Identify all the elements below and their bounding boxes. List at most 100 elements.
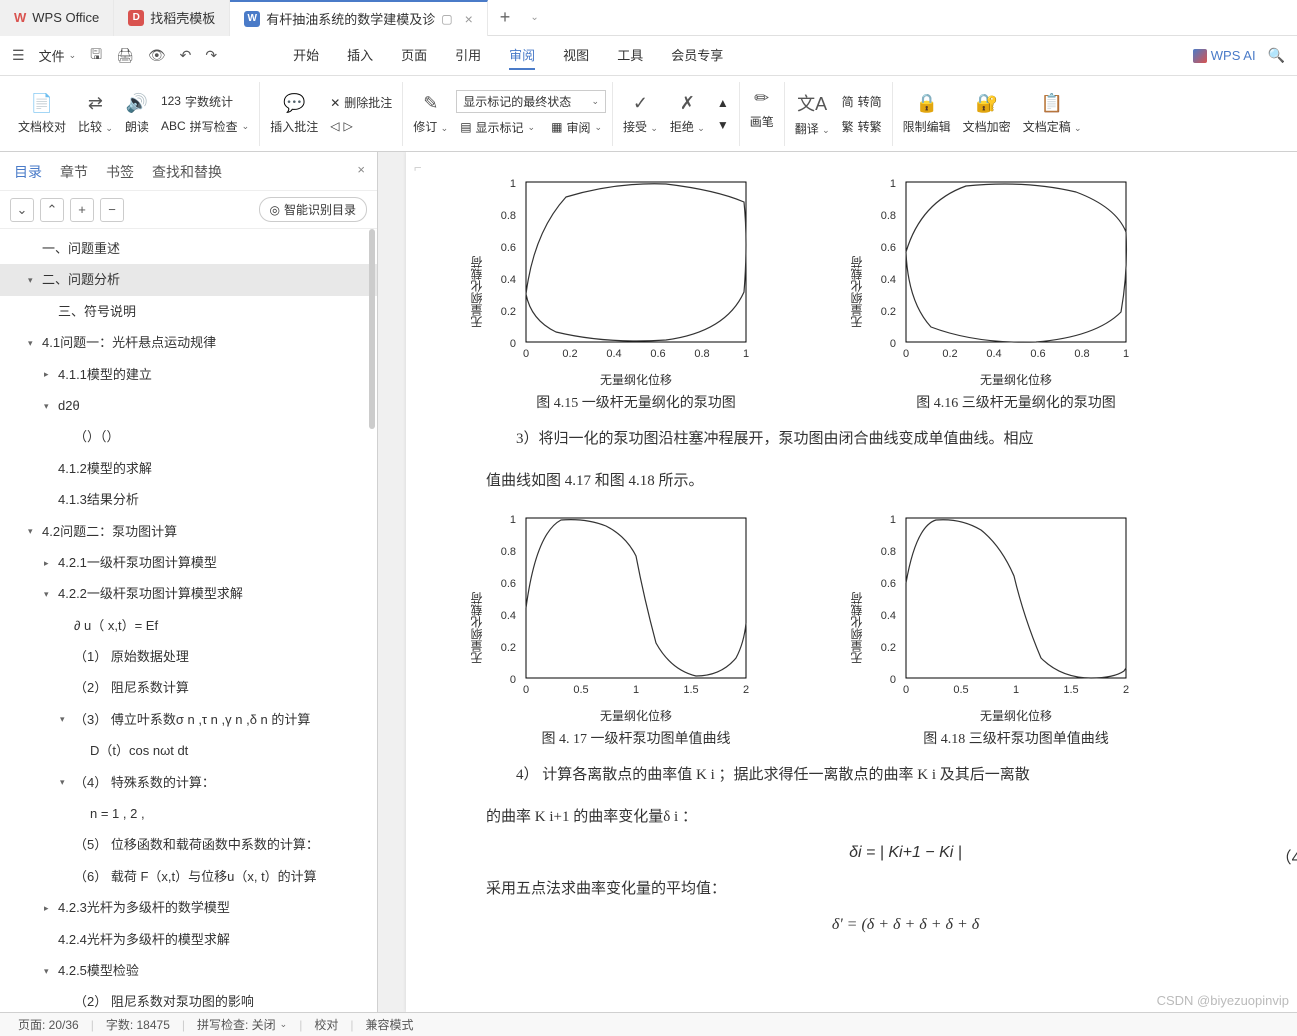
toc-item[interactable]: ▾4.2.5模型检验: [0, 955, 377, 986]
restrict-edit-button[interactable]: 🔒限制编辑: [899, 91, 955, 137]
toc-item[interactable]: ▸一、问题重述: [0, 233, 377, 264]
collapse-all-button[interactable]: ⌄: [10, 198, 34, 222]
revise-button[interactable]: ✎修订 ⌄: [409, 91, 452, 137]
markup-display-dropdown[interactable]: 显示标记的最终状态⌄: [456, 90, 606, 113]
status-page[interactable]: 页面: 20/36: [12, 1016, 85, 1033]
chevron-down-icon[interactable]: ▾: [60, 774, 74, 790]
chevron-right-icon[interactable]: ▸: [44, 555, 58, 571]
toc-item[interactable]: ▾（3） 傅立叶系数σ n ,τ n ,γ n ,δ n 的计算: [0, 704, 377, 735]
status-spellcheck[interactable]: 拼写检查: 关闭 ⌄: [191, 1016, 293, 1033]
toc-item[interactable]: ▸三、符号说明: [0, 296, 377, 327]
show-markup-button[interactable]: ▤ 显示标记 ⌄: [456, 117, 539, 138]
review-pane-button[interactable]: ▦ 审阅 ⌄: [547, 117, 606, 138]
menu-tab-member[interactable]: 会员专享: [671, 41, 723, 70]
chevron-right-icon[interactable]: ▸: [44, 900, 58, 916]
toc-item[interactable]: ▾4.1问题一：光杆悬点运动规律: [0, 327, 377, 358]
close-sidebar-icon[interactable]: ×: [357, 162, 365, 177]
toc-item[interactable]: ▸∂ u（ x,t）= Ef: [0, 610, 377, 641]
toc-item[interactable]: ▸（2） 阻尼系数对泵功图的影响: [0, 986, 377, 1012]
close-icon[interactable]: ×: [465, 11, 473, 27]
toc-item[interactable]: ▸（6） 载荷 F（x,t）与位移u（x, t）的计算: [0, 861, 377, 892]
redo-icon[interactable]: ↷: [205, 47, 217, 64]
add-heading-button[interactable]: +: [70, 198, 94, 222]
toc-item[interactable]: ▸（1） 原始数据处理: [0, 641, 377, 672]
reject-button[interactable]: ✗拒绝 ⌄: [666, 91, 709, 137]
print-icon[interactable]: 🖨: [116, 47, 134, 64]
next-change-button[interactable]: ▼: [713, 116, 733, 134]
tab-document-active[interactable]: W 有杆抽油系统的数学建模及诊 ▢ ×: [230, 0, 488, 36]
tab-template[interactable]: D 找稻壳模板: [114, 0, 230, 36]
word-count-button[interactable]: 123 字数统计: [157, 91, 253, 112]
preview-icon[interactable]: 👁: [148, 47, 166, 64]
chevron-down-icon[interactable]: ▾: [44, 586, 58, 602]
chevron-down-icon[interactable]: ▾: [28, 335, 42, 351]
doc-proof-button[interactable]: 📄文档校对: [14, 91, 70, 137]
spell-check-button[interactable]: ABC 拼写检查 ⌄: [157, 116, 253, 137]
toc-item[interactable]: ▸（）（）: [0, 421, 377, 452]
scrollbar[interactable]: [369, 229, 375, 429]
chevron-right-icon[interactable]: ▸: [44, 366, 58, 382]
accept-button[interactable]: ✓接受 ⌄: [619, 91, 662, 137]
read-aloud-button[interactable]: 🔊朗读: [121, 91, 153, 137]
toc-item[interactable]: ▸n = 1 , 2 ,: [0, 798, 377, 829]
sidebar-tab-find[interactable]: 查找和替换: [152, 162, 222, 182]
toc-item[interactable]: ▾（4） 特殊系数的计算：: [0, 767, 377, 798]
chart-415: 无量纲化载荷 00.20.40.60.81 00.20.40.60.81 无量纲…: [486, 172, 786, 412]
toc-item[interactable]: ▾二、问题分析: [0, 264, 377, 295]
status-words[interactable]: 字数: 18475: [100, 1016, 176, 1033]
remove-heading-button[interactable]: −: [100, 198, 124, 222]
toc-list[interactable]: ▸一、问题重述▾二、问题分析▸三、符号说明▾4.1问题一：光杆悬点运动规律▸4.…: [0, 229, 377, 1012]
to-traditional-button[interactable]: 繁 转繁: [838, 116, 886, 137]
pen-button[interactable]: ✏画笔: [746, 86, 778, 132]
encrypt-button[interactable]: 🔐文档加密: [959, 91, 1015, 137]
wps-ai-button[interactable]: WPS AI: [1193, 48, 1256, 63]
toc-item[interactable]: ▸4.1.1模型的建立: [0, 359, 377, 390]
menu-icon[interactable]: ☰: [12, 47, 25, 64]
toc-item[interactable]: ▸4.2.1一级杆泵功图计算模型: [0, 547, 377, 578]
sidebar-tab-chapters[interactable]: 章节: [60, 162, 88, 182]
sidebar-tab-toc[interactable]: 目录: [14, 162, 42, 182]
save-icon[interactable]: 🖫: [90, 44, 102, 68]
chevron-down-icon[interactable]: ⌄: [522, 12, 546, 23]
toc-item[interactable]: ▾d2θ: [0, 390, 377, 421]
finalize-button[interactable]: 📋文档定稿 ⌄: [1019, 91, 1086, 137]
menu-tab-insert[interactable]: 插入: [347, 41, 373, 70]
menu-tab-page[interactable]: 页面: [401, 41, 427, 70]
chevron-down-icon[interactable]: ▾: [60, 711, 74, 727]
toc-item[interactable]: ▸4.2.4光杆为多级杆的模型求解: [0, 924, 377, 955]
file-menu[interactable]: 文件 ⌄: [39, 46, 77, 65]
compare-button[interactable]: ⇄比较 ⌄: [74, 91, 117, 137]
menu-tab-view[interactable]: 视图: [563, 41, 589, 70]
undo-icon[interactable]: ↶: [180, 47, 192, 64]
menu-tab-start[interactable]: 开始: [293, 41, 319, 70]
toc-item[interactable]: ▸（5） 位移函数和载荷函数中系数的计算：: [0, 829, 377, 860]
toc-item[interactable]: ▾4.2.2一级杆泵功图计算模型求解: [0, 578, 377, 609]
toc-item[interactable]: ▾4.2问题二：泵功图计算: [0, 516, 377, 547]
toc-item[interactable]: ▸4.1.3结果分析: [0, 484, 377, 515]
insert-comment-button[interactable]: 💬插入批注: [266, 91, 322, 137]
menu-tab-review[interactable]: 审阅: [509, 41, 535, 70]
toc-item[interactable]: ▸（2） 阻尼系数计算: [0, 672, 377, 703]
toc-item[interactable]: ▸4.1.2模型的求解: [0, 453, 377, 484]
chevron-down-icon[interactable]: ▾: [28, 272, 42, 288]
sidebar-tab-bookmarks[interactable]: 书签: [106, 162, 134, 182]
status-proof[interactable]: 校对: [308, 1016, 344, 1033]
next-icon: ▷: [343, 119, 352, 133]
smart-toc-button[interactable]: ◎ 智能识别目录: [259, 197, 368, 222]
to-simplified-button[interactable]: 简 转简: [838, 91, 886, 112]
prev-change-button[interactable]: ▲: [713, 94, 733, 112]
menu-tab-tools[interactable]: 工具: [617, 41, 643, 70]
search-icon[interactable]: 🔍: [1268, 47, 1285, 64]
chevron-down-icon[interactable]: ▾: [44, 963, 58, 979]
expand-all-button[interactable]: ⌃: [40, 198, 64, 222]
prev-next-comment[interactable]: ◁ ▷: [326, 117, 396, 135]
new-tab-button[interactable]: +: [488, 7, 523, 28]
chevron-down-icon[interactable]: ▾: [44, 398, 58, 414]
menu-tab-reference[interactable]: 引用: [455, 41, 481, 70]
translate-button[interactable]: 文A翻译 ⌄: [791, 88, 834, 139]
toc-item[interactable]: ▸D（t）cos nωt dt: [0, 735, 377, 766]
document-area[interactable]: ⌐ 无量纲化载荷 00.20.40.60.81 00.20.40.60.81: [378, 152, 1297, 1012]
tab-wps-office[interactable]: W WPS Office: [0, 0, 114, 36]
chevron-down-icon[interactable]: ▾: [28, 523, 42, 539]
toc-item[interactable]: ▸4.2.3光杆为多级杆的数学模型: [0, 892, 377, 923]
